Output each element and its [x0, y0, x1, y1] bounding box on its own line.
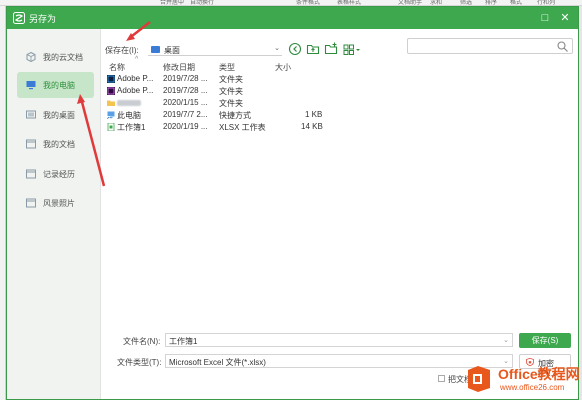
file-name: 工作簿1	[117, 123, 146, 132]
history-icon	[26, 169, 36, 179]
file-size: 14 KB	[301, 122, 323, 131]
new-folder-icon[interactable]	[324, 42, 338, 56]
search-input[interactable]	[412, 39, 557, 53]
file-list: ^ 名称 修改日期 类型 大小 Adobe P... 2019/7/28 ...…	[105, 56, 575, 321]
watermark-url: www.office26.com	[500, 383, 565, 392]
save-as-dialog: 另存为 □ ✕ 我的云文档 我的电脑 我的桌面 我的文档 记录经历 风景照片 保…	[6, 6, 579, 400]
main-panel: 保存在(I): 桌面 ⌄ ^ 名称 修改日期 类型 大小 Adobe P... …	[101, 29, 580, 399]
sidebar-nav: 我的云文档 我的电脑 我的桌面 我的文档 记录经历 风景照片	[7, 29, 101, 399]
sidebar-item-label: 风景照片	[43, 199, 75, 208]
sidebar-item-photos[interactable]: 风景照片	[17, 190, 94, 216]
folder-icon	[151, 46, 160, 53]
file-row[interactable]: Adobe P... 2019/7/28 ... 文件夹	[105, 74, 335, 85]
chevron-down-icon[interactable]: ⌄	[503, 336, 509, 344]
computer-icon	[26, 81, 36, 90]
adobe-folder-icon	[107, 75, 115, 83]
file-row[interactable]: 此电脑 2019/7/7 2... 快捷方式 1 KB	[105, 110, 335, 121]
save-location-label: 保存在(I):	[105, 46, 139, 55]
file-type: 文件夹	[219, 99, 243, 108]
filename-label: 文件名(N):	[123, 337, 161, 346]
sidebar-item-history[interactable]: 记录经历	[17, 161, 94, 187]
cloud-doc-icon	[26, 52, 36, 62]
sidebar-item-my-desktop[interactable]: 我的桌面	[17, 102, 94, 128]
close-button[interactable]: ✕	[557, 10, 573, 26]
filetype-select[interactable]: Microsoft Excel 文件(*.xlsx) ⌄	[165, 354, 513, 368]
filetype-label: 文件类型(T):	[117, 358, 162, 367]
sidebar-item-label: 记录经历	[43, 170, 75, 179]
chevron-down-icon: ⌄	[274, 45, 280, 52]
watermark: Office教程网 www.office26.com	[464, 362, 580, 396]
search-icon[interactable]	[557, 41, 568, 52]
wps-logo-icon	[13, 12, 25, 24]
view-options-icon[interactable]	[343, 42, 361, 56]
file-row[interactable]: Adobe P... 2019/7/28 ... 文件夹	[105, 86, 335, 97]
maximize-button[interactable]: □	[537, 10, 553, 26]
save-location-value: 桌面	[164, 46, 180, 55]
search-input-container[interactable]	[407, 38, 573, 54]
office-logo-icon	[468, 366, 490, 392]
watermark-title: Office教程网	[498, 366, 580, 382]
column-header-name[interactable]: 名称	[109, 62, 125, 73]
dialog-titlebar[interactable]: 另存为 □ ✕	[7, 7, 578, 29]
filename-value: 工作簿1	[169, 337, 198, 346]
save-option-checkbox[interactable]	[438, 375, 445, 382]
this-pc-shortcut-icon	[107, 111, 115, 119]
sidebar-item-label: 我的桌面	[43, 111, 75, 120]
file-row[interactable]: 2020/1/15 ... 文件夹	[105, 98, 335, 109]
file-row[interactable]: 工作簿1 2020/1/19 ... XLSX 工作表 14 KB	[105, 122, 335, 133]
document-icon	[26, 139, 36, 149]
file-type: XLSX 工作表	[219, 123, 266, 132]
file-date: 2019/7/7 2...	[163, 110, 208, 119]
sidebar-item-cloud-docs[interactable]: 我的云文档	[17, 44, 94, 70]
sort-caret-icon: ^	[135, 56, 139, 63]
file-name: Adobe P...	[117, 74, 154, 83]
dialog-title: 另存为	[29, 14, 57, 24]
file-type: 文件夹	[219, 87, 243, 96]
adobe-folder-icon	[107, 87, 115, 95]
save-location-select[interactable]: 桌面 ⌄	[148, 43, 282, 56]
file-type: 文件夹	[219, 75, 243, 84]
sidebar-item-label: 我的云文档	[43, 53, 83, 62]
sidebar-item-label: 我的文档	[43, 140, 75, 149]
column-header-size[interactable]: 大小	[275, 62, 291, 73]
sidebar-item-my-computer[interactable]: 我的电脑	[17, 72, 94, 98]
sidebar-item-label: 我的电脑	[43, 81, 75, 90]
sidebar-item-my-documents[interactable]: 我的文档	[17, 131, 94, 157]
xlsx-file-icon	[107, 123, 115, 131]
file-name: Adobe P...	[117, 86, 154, 95]
column-header-type[interactable]: 类型	[219, 62, 235, 73]
maximize-icon: □	[541, 12, 549, 24]
file-date: 2020/1/15 ...	[163, 98, 208, 107]
file-date: 2019/7/28 ...	[163, 86, 208, 95]
photo-icon	[26, 198, 36, 208]
file-type: 快捷方式	[219, 111, 251, 120]
desktop-icon	[26, 110, 36, 119]
blurred-file-name	[117, 100, 141, 106]
up-folder-icon[interactable]	[306, 42, 320, 56]
back-icon[interactable]	[288, 42, 302, 56]
close-icon: ✕	[560, 12, 570, 24]
column-header-date[interactable]: 修改日期	[163, 62, 195, 73]
filename-input[interactable]: 工作簿1 ⌄	[165, 333, 513, 347]
folder-icon	[107, 100, 115, 106]
file-date: 2020/1/19 ...	[163, 122, 208, 131]
filetype-value: Microsoft Excel 文件(*.xlsx)	[169, 358, 266, 367]
file-date: 2019/7/28 ...	[163, 74, 208, 83]
file-name: 此电脑	[117, 111, 141, 120]
file-size: 1 KB	[305, 110, 323, 119]
save-button[interactable]: 保存(S)	[519, 333, 571, 348]
